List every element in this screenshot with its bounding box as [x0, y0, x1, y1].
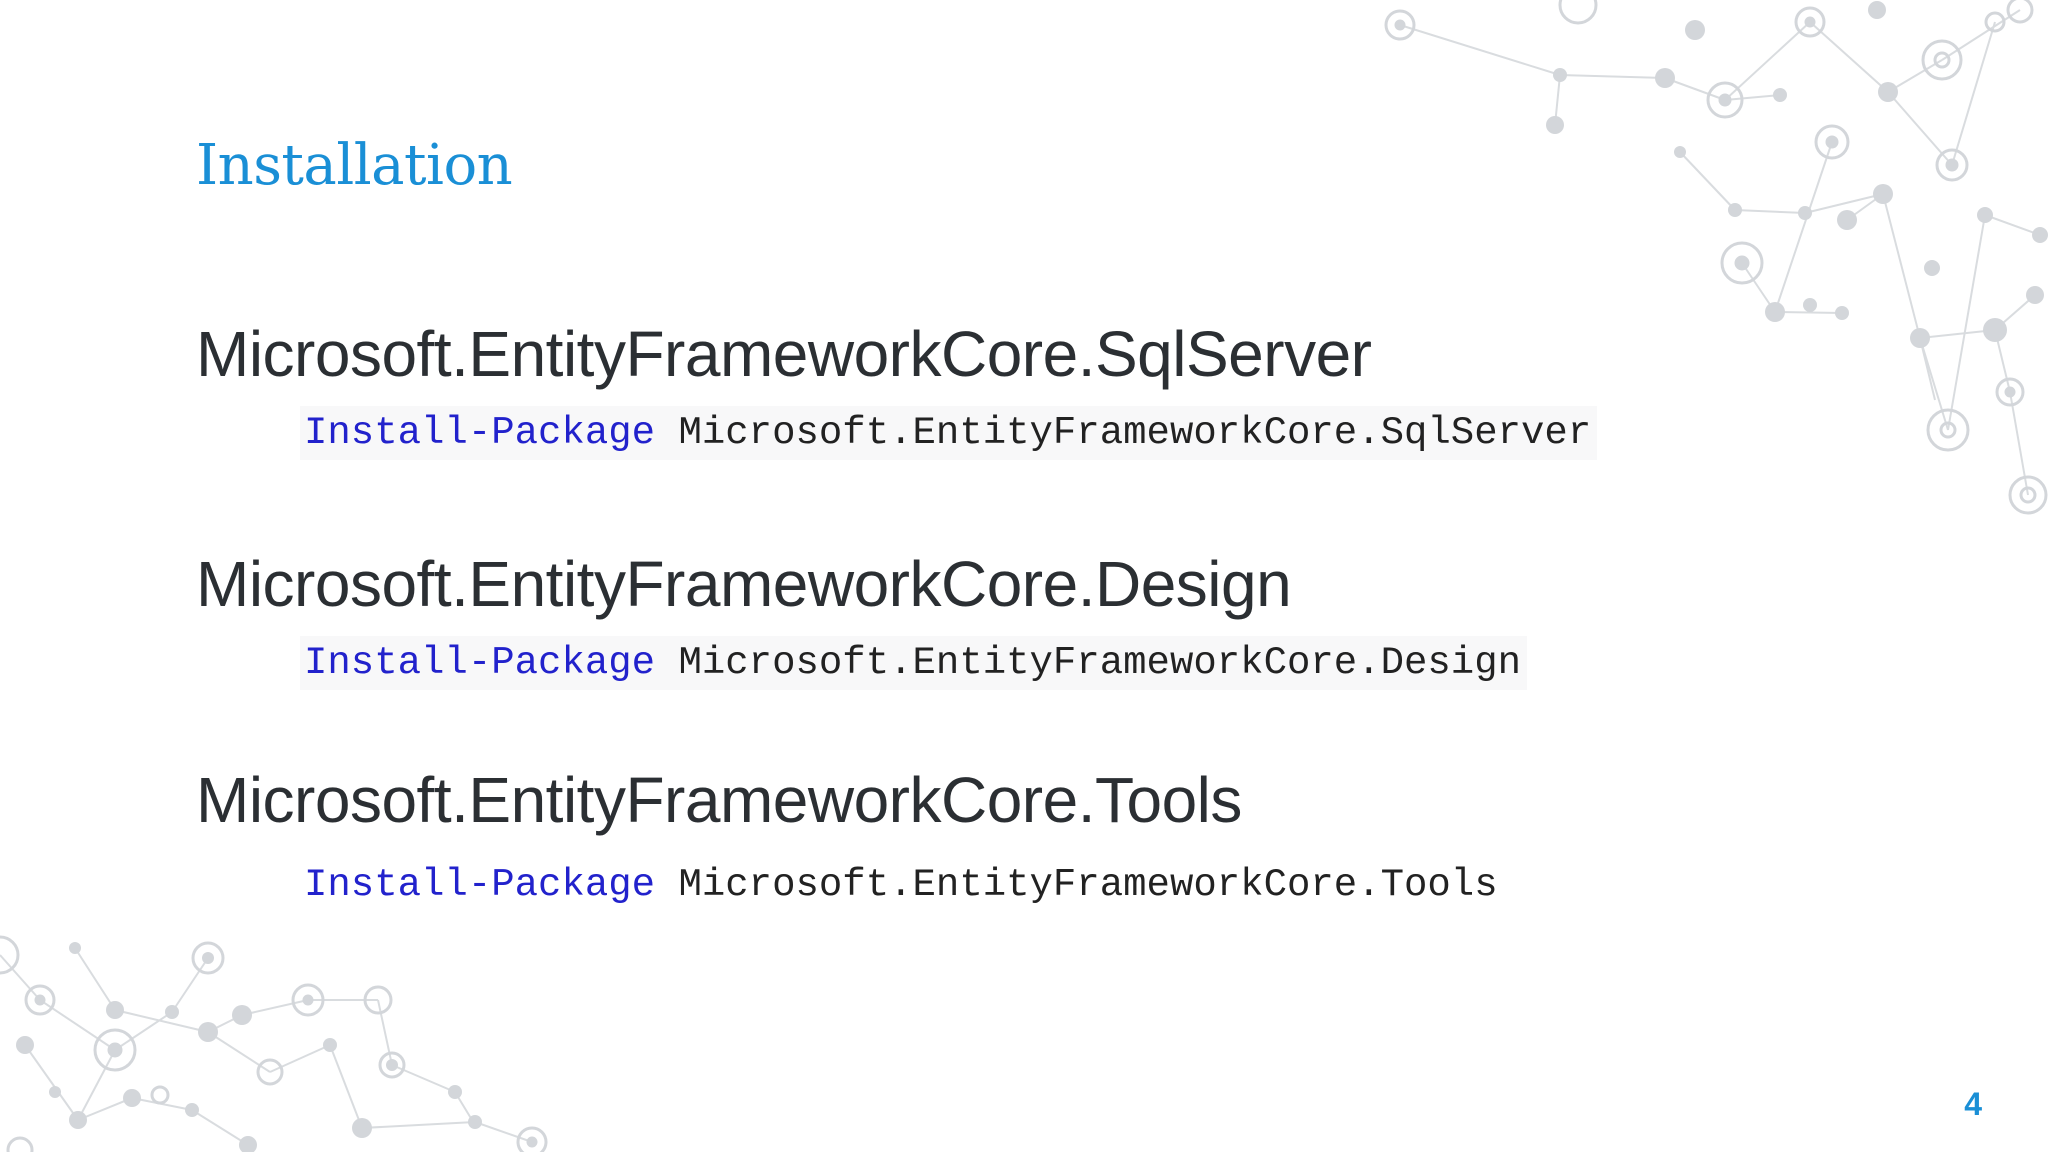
install-command: Install-Package Microsoft.EntityFramewor…	[300, 858, 1504, 913]
slide-title: Installation	[196, 133, 513, 198]
package-heading: Microsoft.EntityFrameworkCore.Design	[196, 548, 1292, 620]
slide: Installation Microsoft.EntityFrameworkCo…	[0, 0, 2048, 1152]
install-command: Install-Package Microsoft.EntityFramewor…	[300, 405, 1598, 461]
command-argument: Microsoft.EntityFrameworkCore.SqlServer	[678, 410, 1592, 455]
command-argument: Microsoft.EntityFrameworkCore.Design	[678, 640, 1522, 685]
command-keyword: Install-Package	[304, 410, 656, 455]
package-section-design: Microsoft.EntityFrameworkCore.Design Ins…	[196, 548, 1528, 691]
command-argument: Microsoft.EntityFrameworkCore.Tools	[678, 862, 1498, 907]
command-keyword: Install-Package	[304, 640, 656, 685]
install-command: Install-Package Microsoft.EntityFramewor…	[300, 635, 1528, 691]
page-number: 4	[1964, 1086, 1982, 1122]
command-keyword: Install-Package	[304, 862, 656, 907]
package-section-sqlserver: Microsoft.EntityFrameworkCore.SqlServer …	[196, 318, 1598, 461]
package-section-tools: Microsoft.EntityFrameworkCore.Tools Inst…	[196, 764, 1504, 912]
package-heading: Microsoft.EntityFrameworkCore.SqlServer	[196, 318, 1372, 390]
package-heading: Microsoft.EntityFrameworkCore.Tools	[196, 764, 1242, 836]
